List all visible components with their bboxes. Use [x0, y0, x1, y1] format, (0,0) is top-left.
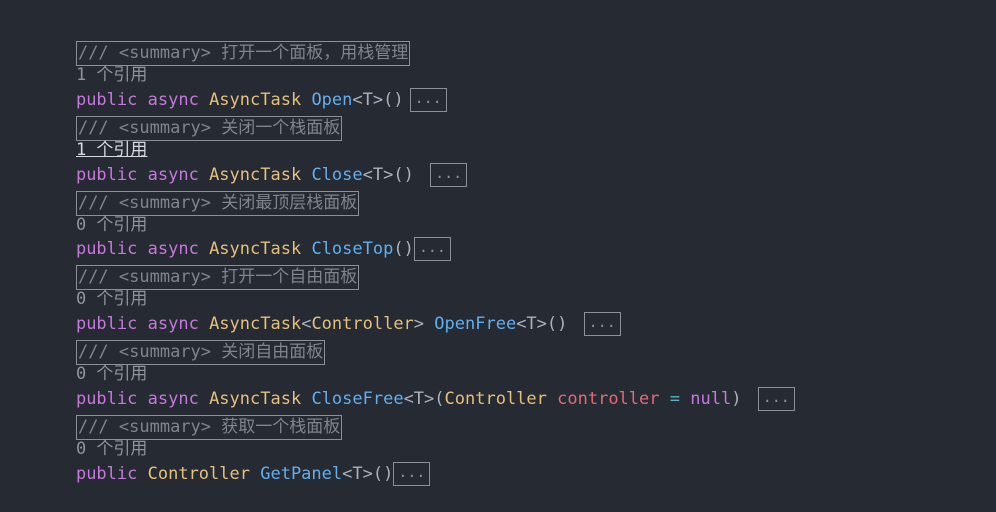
- generic-params: <T>: [516, 314, 547, 334]
- method-signature-closetop: public async AsyncTask CloseTop()...: [35, 212, 451, 261]
- codelens-references[interactable]: 0 个引用: [35, 337, 147, 384]
- generic-bracket-close: >: [413, 314, 425, 334]
- generic-type-argument: Controller: [311, 314, 414, 334]
- generic-params: <T>: [352, 90, 384, 110]
- parameter-list: (): [393, 165, 414, 185]
- assignment-operator: =: [669, 389, 680, 409]
- method-signature-close: public async AsyncTask Close<T>() ...: [35, 138, 468, 187]
- method-signature-getpanel: public Controller GetPanel<T>()...: [35, 437, 431, 486]
- null-keyword: null: [690, 389, 732, 409]
- code-editor[interactable]: /// <summary> 打开一个面板，用栈管理 1 个引用 public a…: [0, 0, 996, 486]
- keyword-public: public: [75, 464, 138, 484]
- generic-params: <T>: [362, 165, 394, 185]
- codelens-references[interactable]: 1 个引用: [35, 113, 147, 160]
- collapsed-body-ellipsis[interactable]: ...: [757, 387, 795, 411]
- collapsed-body-ellipsis[interactable]: ...: [409, 88, 447, 112]
- parameter-list: (): [546, 314, 568, 334]
- collapsed-body-ellipsis[interactable]: ...: [583, 312, 621, 336]
- method-name[interactable]: OpenFree: [434, 314, 516, 334]
- parameter-list: (): [372, 464, 394, 484]
- paren-open: (: [434, 389, 445, 409]
- generic-params: <T>: [403, 389, 435, 409]
- method-signature-open: public async AsyncTask Open<T>()...: [35, 63, 447, 112]
- codelens-references[interactable]: 0 个引用: [35, 262, 147, 309]
- method-name[interactable]: GetPanel: [260, 464, 342, 484]
- parameter-list: (): [393, 239, 414, 259]
- parameter-name: controller: [557, 389, 660, 409]
- return-type: Controller: [147, 464, 250, 484]
- parameter-list: (): [383, 90, 404, 110]
- parameter-type: Controller: [444, 389, 547, 409]
- collapsed-body-ellipsis[interactable]: ...: [430, 163, 468, 187]
- collapsed-body-ellipsis[interactable]: ...: [413, 237, 451, 261]
- method-signature-openfree: public async AsyncTask<Controller> OpenF…: [35, 287, 621, 336]
- codelens-references[interactable]: 0 个引用: [35, 188, 147, 235]
- paren-close: ): [731, 389, 742, 409]
- codelens-references[interactable]: 1 个引用: [35, 38, 147, 85]
- generic-params: <T>: [342, 464, 373, 484]
- method-signature-closefree: public async AsyncTask CloseFree<T>(Cont…: [35, 362, 795, 411]
- collapsed-body-ellipsis[interactable]: ...: [393, 462, 431, 486]
- codelens-references[interactable]: 0 个引用: [35, 412, 147, 459]
